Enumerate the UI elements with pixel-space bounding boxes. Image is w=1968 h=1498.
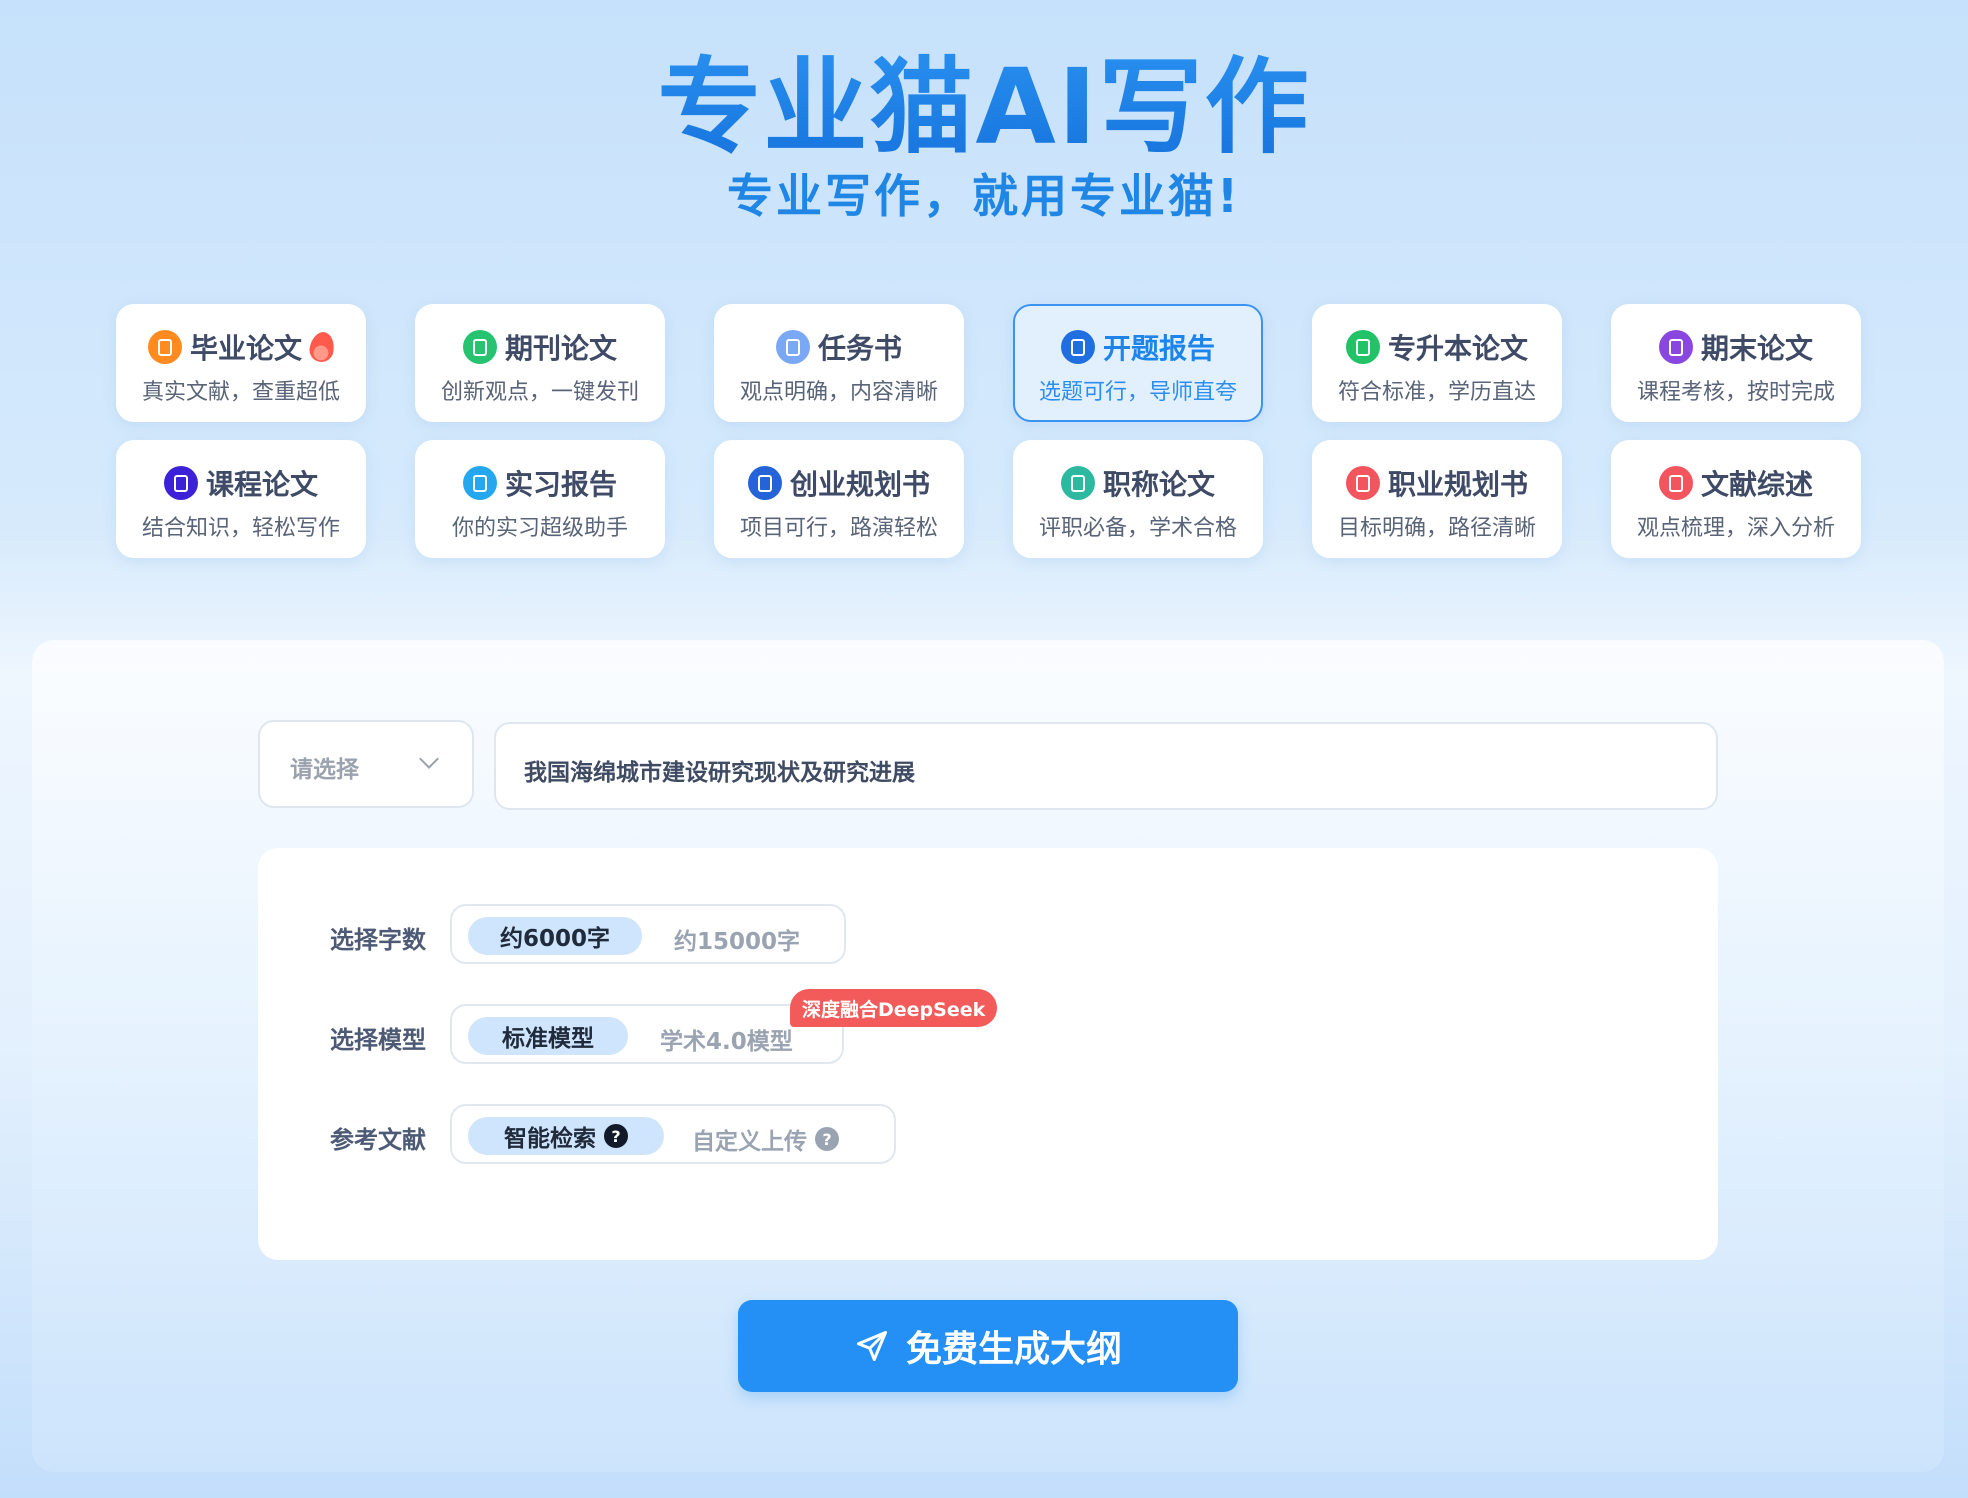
- category-card-head: 职称论文: [1015, 462, 1261, 504]
- category-card-desc: 评职必备，学术合格: [1038, 516, 1237, 541]
- category-card-head: 毕业论文: [118, 326, 364, 368]
- category-card-title: 课程论文: [205, 468, 318, 501]
- category-card-title: 创业规划书: [789, 468, 930, 501]
- topic-input-value: 我国海绵城市建设研究现状及研究进展: [524, 760, 915, 786]
- references-option-custom-upload-label: 自定义上传: [692, 1129, 807, 1155]
- category-card[interactable]: 期末论文课程考核，按时完成: [1611, 304, 1861, 422]
- report-icon: [1060, 330, 1095, 364]
- green-doc-icon: [462, 330, 497, 364]
- chevron-down-icon: [419, 749, 439, 769]
- category-card[interactable]: 职业规划书目标明确，路径清晰: [1312, 440, 1562, 558]
- model-option-standard[interactable]: 标准模型: [468, 1017, 628, 1055]
- category-card-head: 创业规划书: [716, 462, 962, 504]
- purple-doc-icon: [1658, 330, 1693, 364]
- model-label: 选择模型: [330, 1026, 426, 1054]
- category-card-desc: 选题可行，导师直夸: [1038, 380, 1237, 405]
- category-card[interactable]: 任务书观点明确，内容清晰: [714, 304, 964, 422]
- checklist-icon: [775, 330, 810, 364]
- book-icon: [1345, 330, 1380, 364]
- category-card[interactable]: 专升本论文符合标准，学历直达: [1312, 304, 1562, 422]
- generate-outline-button[interactable]: 免费生成大纲: [738, 1300, 1238, 1392]
- topic-input[interactable]: 我国海绵城市建设研究现状及研究进展: [494, 722, 1718, 810]
- red-stack-icon: [1345, 466, 1380, 500]
- category-card-title: 职称论文: [1102, 468, 1215, 501]
- id-doc-icon: [747, 466, 782, 500]
- category-card-head: 文献综述: [1613, 462, 1859, 504]
- help-icon[interactable]: ?: [815, 1127, 839, 1151]
- category-card[interactable]: 毕业论文真实文献，查重超低: [116, 304, 366, 422]
- category-card-title: 毕业论文: [189, 332, 302, 365]
- category-card-head: 开题报告: [1015, 326, 1261, 368]
- word-count-label: 选择字数: [330, 926, 426, 954]
- send-icon: [856, 1331, 887, 1361]
- references-label: 参考文献: [330, 1126, 426, 1154]
- category-card[interactable]: 实习报告你的实习超级助手: [415, 440, 665, 558]
- category-card-desc: 真实文献，查重超低: [141, 380, 340, 405]
- category-card-head: 实习报告: [417, 462, 663, 504]
- category-card[interactable]: 职称论文评职必备，学术合格: [1013, 440, 1263, 558]
- category-card-title: 专升本论文: [1387, 332, 1528, 365]
- category-card[interactable]: 文献综述观点梳理，深入分析: [1611, 440, 1861, 558]
- teal-doc-icon: [1060, 466, 1095, 500]
- category-card-head: 专升本论文: [1314, 326, 1560, 368]
- orange-doc-icon: [147, 330, 182, 364]
- category-card-desc: 课程考核，按时完成: [1636, 380, 1835, 405]
- category-card-head: 课程论文: [118, 462, 364, 504]
- category-card-head: 期刊论文: [417, 326, 663, 368]
- page-subtitle: 专业写作，就用专业猫!: [727, 169, 1241, 223]
- category-card-desc: 创新观点，一键发刊: [440, 380, 639, 405]
- category-card-desc: 结合知识，轻松写作: [141, 516, 340, 541]
- red-stack-icon: [1658, 466, 1693, 500]
- category-card-desc: 观点梳理，深入分析: [1636, 516, 1835, 541]
- options-card: 选择字数 约6000字 约15000字 选择模型 标准模型 学术4.0模型 深度…: [258, 848, 1718, 1260]
- category-card-title: 开题报告: [1102, 332, 1215, 365]
- category-card-desc: 符合标准，学历直达: [1337, 380, 1536, 405]
- generate-outline-label: 免费生成大纲: [905, 1329, 1122, 1370]
- word-count-option-6000[interactable]: 约6000字: [468, 917, 642, 955]
- references-option-smart-search-label: 智能检索: [504, 1126, 596, 1152]
- category-card[interactable]: 期刊论文创新观点，一键发刊: [415, 304, 665, 422]
- category-card-title: 职业规划书: [1387, 468, 1528, 501]
- category-card-desc: 目标明确，路径清晰: [1337, 516, 1536, 541]
- paper-type-select[interactable]: 请选择: [258, 720, 474, 808]
- category-card-title: 期末论文: [1700, 332, 1813, 365]
- category-card-title: 文献综述: [1700, 468, 1813, 501]
- category-card-desc: 项目可行，路演轻松: [739, 516, 938, 541]
- help-icon[interactable]: ?: [604, 1124, 628, 1148]
- notes-icon: [462, 466, 497, 500]
- category-card-head: 期末论文: [1613, 326, 1859, 368]
- category-card[interactable]: 课程论文结合知识，轻松写作: [116, 440, 366, 558]
- page-title: 专业猫AI写作: [0, 22, 1968, 173]
- word-count-segment: 约6000字 约15000字: [450, 904, 846, 964]
- deepseek-badge: 深度融合DeepSeek: [790, 989, 998, 1027]
- category-card-desc: 你的实习超级助手: [451, 516, 628, 541]
- word-count-option-15000[interactable]: 约15000字: [674, 922, 800, 956]
- category-card-head: 任务书: [716, 326, 962, 368]
- references-option-smart-search[interactable]: 智能检索 ?: [468, 1117, 664, 1155]
- references-option-custom-upload[interactable]: 自定义上传 ?: [692, 1122, 839, 1156]
- category-card[interactable]: 创业规划书项目可行，路演轻松: [714, 440, 964, 558]
- category-card-head: 职业规划书: [1314, 462, 1560, 504]
- category-card-title: 任务书: [817, 332, 902, 365]
- model-segment: 标准模型 学术4.0模型: [450, 1004, 844, 1064]
- hot-flame-icon: [307, 330, 337, 364]
- references-segment: 智能检索 ? 自定义上传 ?: [450, 1104, 896, 1164]
- category-card-title: 期刊论文: [504, 332, 617, 365]
- model-option-academic[interactable]: 学术4.0模型: [660, 1022, 793, 1056]
- save-doc-icon: [163, 466, 198, 500]
- category-card-desc: 观点明确，内容清晰: [739, 380, 938, 405]
- category-card-title: 实习报告: [504, 468, 617, 501]
- paper-type-placeholder: 请选择: [290, 757, 359, 783]
- category-card[interactable]: 开题报告选题可行，导师直夸: [1013, 304, 1263, 422]
